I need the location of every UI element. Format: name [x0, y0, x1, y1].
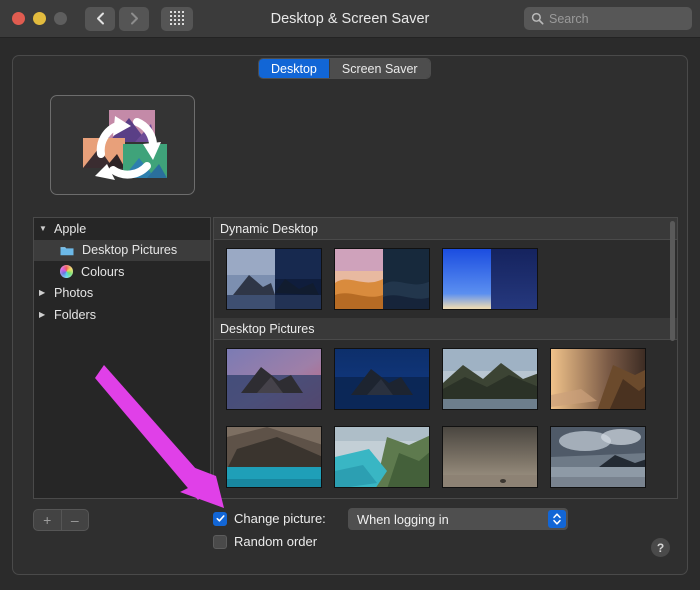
search-field[interactable]: Search [524, 7, 692, 30]
catalina-night-image [335, 349, 429, 409]
change-picture-interval-dropdown[interactable]: When logging in [348, 508, 568, 530]
add-remove-folder-buttons: + – [33, 509, 89, 531]
help-button[interactable]: ? [651, 538, 670, 557]
catalina-rock-day-image [443, 349, 537, 409]
mojave-dynamic-image [335, 249, 429, 309]
folder-icon [60, 246, 74, 256]
thumbnail-catalina-rock-day[interactable] [442, 348, 538, 410]
catalina-dynamic-image [227, 249, 321, 309]
catalina-day-image [227, 349, 321, 409]
group-header-desktop-pictures: Desktop Pictures [214, 318, 677, 340]
window-titlebar: Search [0, 0, 700, 38]
random-order-label: Random order [234, 534, 318, 549]
grid-scrollbar-thumb[interactable] [670, 221, 675, 341]
thumbnail-catalina-coast[interactable] [334, 426, 430, 488]
sidebar-item-colours[interactable]: Colours [34, 261, 210, 283]
sidebar-item-label: Photos [54, 286, 94, 301]
change-picture-checkbox[interactable] [213, 511, 227, 526]
thumbnail-catalina-clouds[interactable] [550, 426, 646, 488]
desktop-preview-well[interactable] [50, 95, 195, 195]
thumbnail-catalina-dynamic[interactable] [226, 248, 322, 310]
close-button[interactable] [12, 12, 25, 25]
back-button[interactable] [85, 6, 115, 31]
thumbnail-catalina-night[interactable] [334, 348, 430, 410]
thumbnail-row [214, 418, 677, 496]
search-icon [531, 12, 544, 25]
tab-bar: Desktop Screen Saver [258, 58, 431, 79]
remove-folder-button[interactable]: – [60, 510, 89, 530]
chevron-right-icon [130, 12, 138, 25]
sidebar-item-desktop-pictures[interactable]: Desktop Pictures [34, 239, 210, 261]
disclosure-triangle-right-icon[interactable]: ▶ [39, 310, 52, 319]
traffic-lights [12, 12, 67, 25]
disclosure-triangle-right-icon[interactable]: ▶ [39, 289, 52, 297]
change-picture-label: Change picture: [234, 511, 326, 526]
grid-apps-icon [169, 11, 185, 26]
source-list[interactable]: ▼ Apple Desktop Pictures Colours ▶ Photo… [33, 217, 211, 499]
search-placeholder: Search [549, 11, 589, 26]
thumbnail-solar-gradients-dynamic[interactable] [442, 248, 538, 310]
thumbnail-catalina-day[interactable] [226, 348, 322, 410]
add-folder-button[interactable]: + [34, 510, 61, 530]
solar-gradients-image [443, 249, 537, 309]
sidebar-item-folders[interactable]: ▶ Folders [34, 304, 210, 326]
sidebar-item-label: Folders [54, 307, 96, 322]
group-header-dynamic-desktop: Dynamic Desktop [214, 218, 677, 240]
disclosure-triangle-down-icon[interactable]: ▼ [39, 224, 52, 233]
forward-button[interactable] [119, 6, 149, 31]
sidebar-item-photos[interactable]: ▶ Photos [34, 283, 210, 305]
minimize-button[interactable] [33, 12, 46, 25]
sidebar-item-label: Desktop Pictures [82, 243, 178, 258]
chevron-left-icon [96, 12, 104, 25]
checkmark-icon [215, 515, 225, 522]
catalina-coast-image [335, 427, 429, 487]
catalina-clouds-image [551, 427, 645, 487]
random-order-control[interactable]: Random order [213, 534, 317, 549]
catalina-beach-fog-image [443, 427, 537, 487]
thumbnail-mojave-dynamic[interactable] [334, 248, 430, 310]
sidebar-item-label: Apple [54, 221, 87, 236]
color-wheel-icon [60, 265, 73, 279]
stepper-up-down-icon[interactable] [548, 510, 566, 528]
thumbnail-row [214, 240, 677, 318]
sidebar-item-apple[interactable]: ▼ Apple [34, 218, 210, 240]
tab-desktop[interactable]: Desktop [259, 59, 329, 78]
change-picture-control[interactable]: Change picture: [213, 511, 326, 526]
wallpaper-grid[interactable]: Dynamic Desktop Desktop Pictures [213, 217, 678, 499]
zoom-button [54, 12, 67, 25]
thumbnail-catalina-beach-fog[interactable] [442, 426, 538, 488]
thumbnail-row [214, 340, 677, 418]
grid-scrollbar[interactable] [669, 219, 676, 497]
nav-buttons [85, 6, 149, 31]
show-all-button[interactable] [161, 6, 193, 31]
tab-screen-saver[interactable]: Screen Saver [328, 59, 430, 78]
thumbnail-catalina-shore-sunset[interactable] [550, 348, 646, 410]
thumbnail-catalina-cliffs[interactable] [226, 426, 322, 488]
catalina-shore-sunset-image [551, 349, 645, 409]
interval-value: When logging in [357, 511, 449, 527]
catalina-cliffs-image [227, 427, 321, 487]
rotating-pictures-icon [83, 110, 167, 180]
sidebar-item-label: Colours [81, 264, 125, 279]
random-order-checkbox[interactable] [213, 534, 227, 549]
